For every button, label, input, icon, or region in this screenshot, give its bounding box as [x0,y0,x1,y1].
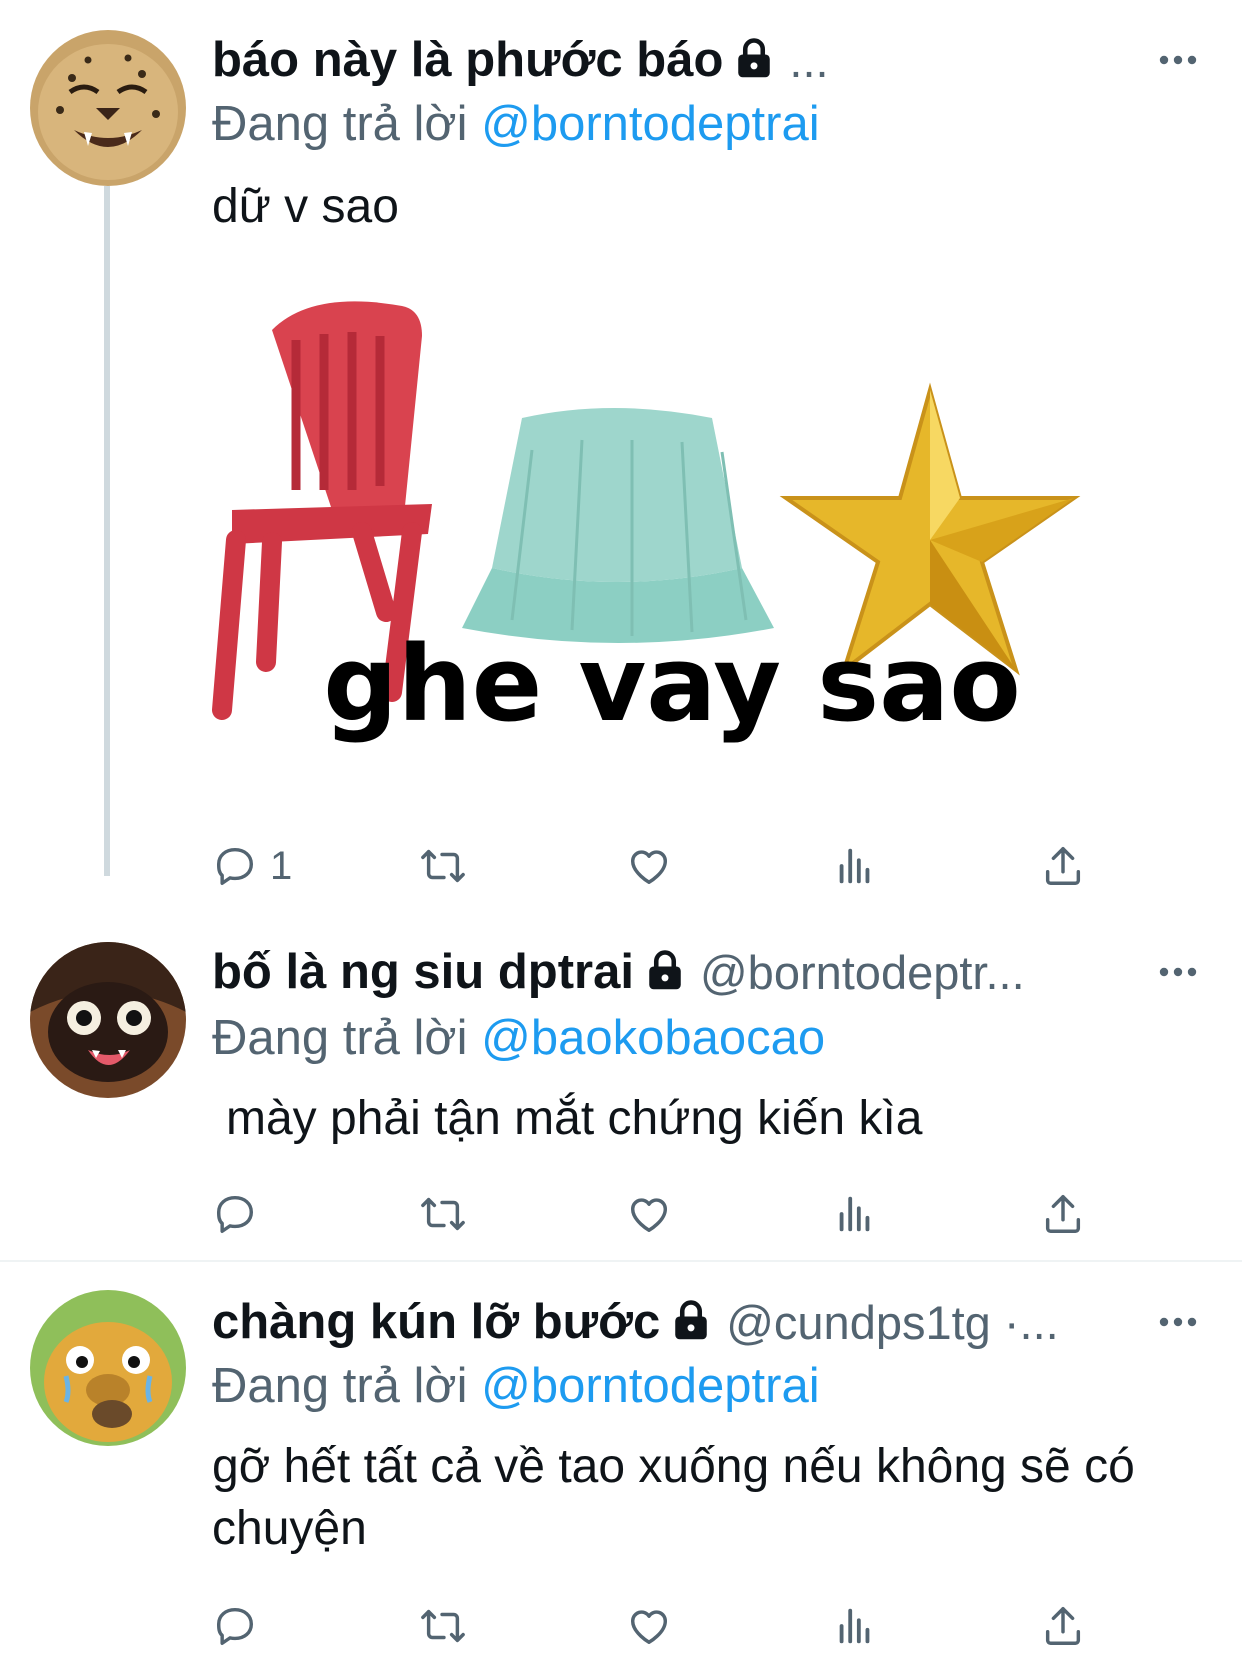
replying-to-handle[interactable]: @borntodeptrai [481,1359,820,1413]
lock-icon [670,1299,712,1346]
views-icon [832,1603,878,1649]
views-button[interactable] [832,1596,878,1656]
share-button[interactable] [1040,1596,1086,1656]
reply-icon [212,1603,258,1649]
tweet-3[interactable]: chàng kún lỡ bước @cundps1tg ·... Đang t… [0,0,1242,1677]
user-handle[interactable]: @cundps1tg ·... [726,1295,1059,1350]
retweet-icon [420,1603,466,1649]
tweet-actions [212,1596,1112,1656]
replying-to: Đang trả lời @borntodeptrai [212,1358,820,1414]
display-name[interactable]: chàng kún lỡ bước [212,1294,660,1350]
reply-button[interactable] [212,1596,258,1656]
replying-to-label: Đang trả lời [212,1359,468,1413]
tweet-text: gỡ hết tất cả về tao xuống nếu không sẽ … [212,1440,1135,1555]
like-button[interactable] [626,1596,672,1656]
jake-avatar-icon[interactable] [30,1290,186,1446]
tweet-header: chàng kún lỡ bước @cundps1tg ·... [212,1292,1152,1352]
like-icon [626,1603,672,1649]
more-icon[interactable] [1156,1312,1200,1332]
retweet-button[interactable] [420,1596,466,1656]
share-icon [1040,1603,1086,1649]
